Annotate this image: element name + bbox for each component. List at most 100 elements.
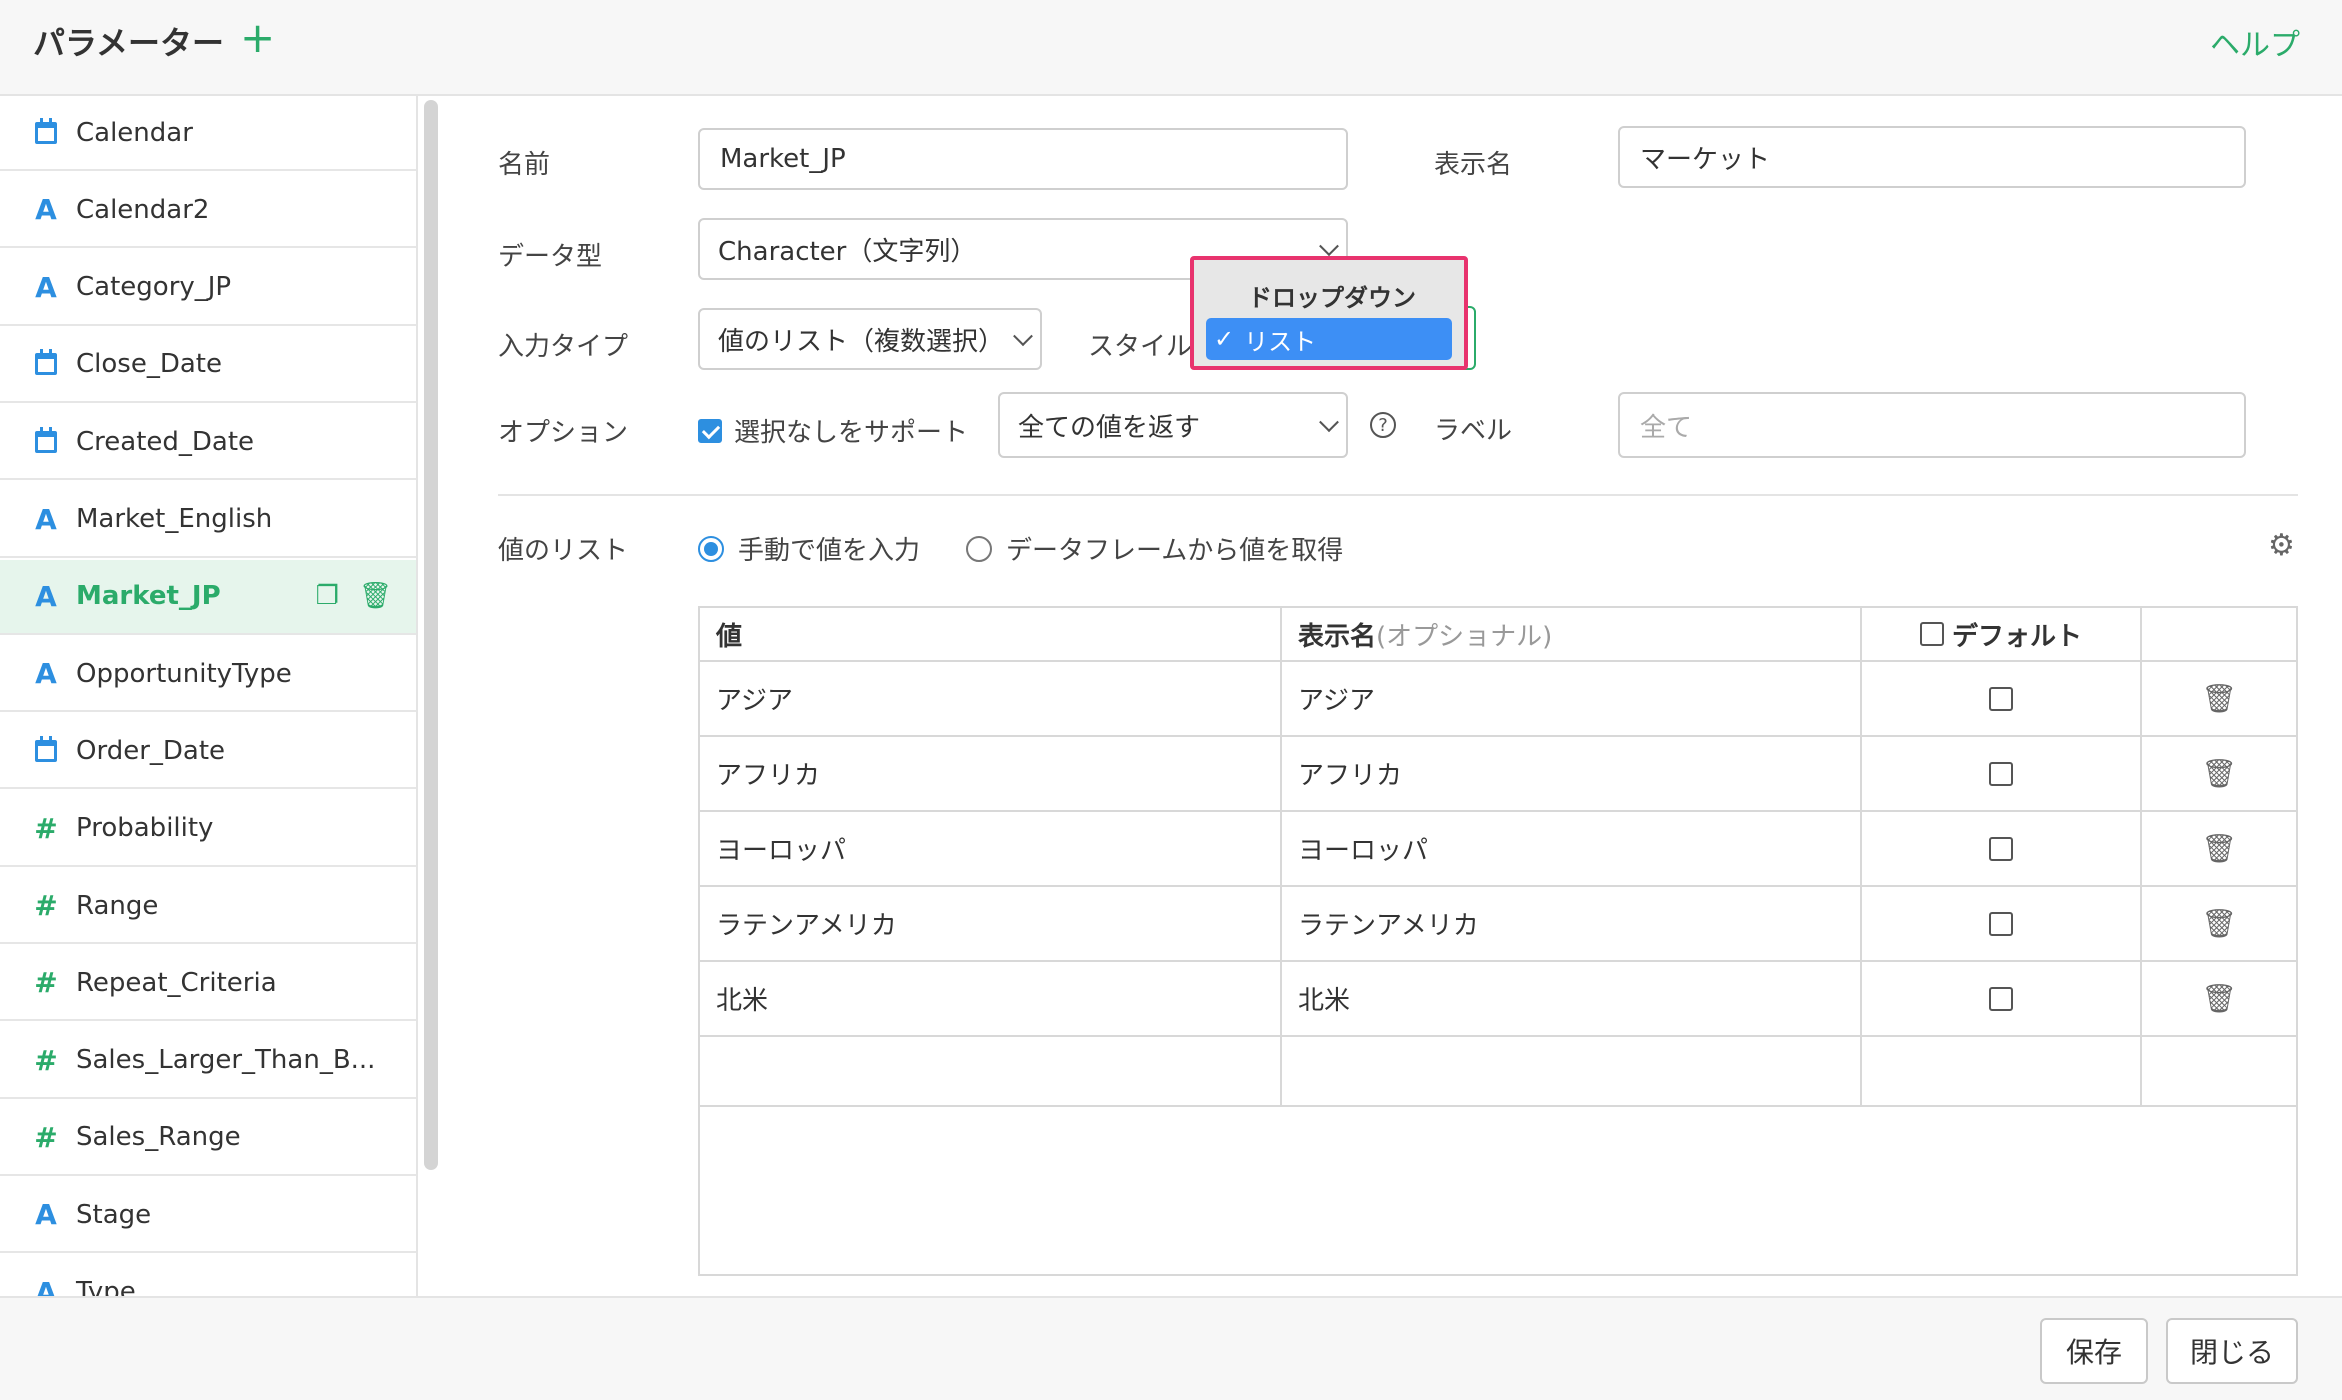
list-option-selected[interactable]: ✓ リスト (1206, 318, 1452, 360)
help-circle-icon[interactable]: ? (1370, 412, 1396, 438)
input-type-label: 入力タイプ (498, 332, 629, 362)
display-name-cell[interactable]: ヨーロッパ (1282, 812, 1862, 887)
from-dataframe-option[interactable]: データフレームから値を取得 (966, 530, 1343, 567)
sidebar-item[interactable]: # Sales_Range (0, 1101, 416, 1176)
sidebar-item[interactable]: A Category_JP (0, 251, 416, 326)
name-input[interactable]: Market_JP (698, 128, 1348, 190)
support-none-text: 選択なしをサポート (734, 418, 969, 448)
display-name-cell[interactable]: 北米 (1282, 962, 1862, 1037)
values-table: 値 表示名 (オプショナル) デフォルト アジア アジア 🗑 アフリカ アフリカ 🗑 ヨーロッ… (698, 606, 2298, 1276)
label-input[interactable]: 全て (1618, 392, 2246, 458)
trash-icon[interactable]: 🗑 (2201, 982, 2237, 1015)
sidebar-item[interactable]: # Range (0, 869, 416, 944)
sidebar-item[interactable]: Calendar (0, 96, 416, 171)
default-checkbox[interactable] (1989, 911, 2013, 936)
trash-icon[interactable]: 🗑 (359, 581, 392, 611)
sidebar-item[interactable]: Order_Date (0, 714, 416, 790)
return-value-text: 全ての値を返す (1018, 412, 1201, 443)
calendar-icon (33, 426, 59, 453)
default-all-checkbox[interactable] (1919, 622, 1944, 646)
header-default-text: デフォルト (1951, 621, 2082, 652)
number-icon: # (34, 811, 58, 845)
header: パラメーター + ヘルプ (0, 0, 2342, 96)
data-type-label: データ型 (498, 242, 603, 272)
option-label: オプション (498, 418, 629, 448)
number-icon: # (34, 1120, 58, 1154)
sidebar-item[interactable]: Created_Date (0, 405, 416, 481)
value-list-label: 値のリスト (498, 536, 629, 566)
sidebar-item[interactable]: A OpportunityType (0, 637, 416, 713)
trash-icon[interactable]: 🗑 (2201, 682, 2237, 715)
style-dropdown-menu: ドロップダウン ✓ リスト (1190, 256, 1468, 370)
actions-cell: 🗑 (2142, 887, 2296, 962)
gear-icon[interactable]: ⚙ (2268, 528, 2295, 563)
default-checkbox[interactable] (1989, 761, 2013, 786)
help-link[interactable]: ヘルプ (2210, 20, 2300, 64)
copy-icon[interactable]: ❐ (316, 581, 339, 611)
sidebar-item-label: Created_Date (76, 426, 255, 457)
value-cell[interactable]: アフリカ (700, 737, 1282, 812)
value-cell[interactable]: 北米 (700, 962, 1282, 1037)
display-name-cell[interactable]: ラテンアメリカ (1282, 887, 1862, 962)
close-button[interactable]: 閉じる (2166, 1318, 2298, 1384)
actions-cell: 🗑 (2142, 662, 2296, 737)
sidebar-item-label: Category_JP (76, 272, 232, 303)
value-cell[interactable]: ラテンアメリカ (700, 887, 1282, 962)
display-name-input[interactable]: マーケット (1618, 126, 2246, 188)
default-cell (1862, 812, 2142, 887)
header-actions (2142, 608, 2296, 662)
sidebar-item[interactable]: # Probability (0, 792, 416, 867)
sidebar-item[interactable]: A Type (0, 1256, 416, 1297)
manual-entry-option[interactable]: 手動で値を入力 (698, 530, 920, 567)
sidebar-item-label: Order_Date (76, 735, 226, 766)
value-cell[interactable]: アジア (700, 662, 1282, 737)
header-display-optional: (オプショナル) (1376, 621, 1553, 652)
sidebar-scrollbar[interactable] (424, 100, 438, 1170)
sidebar-item-label: Calendar (76, 117, 193, 148)
trash-icon[interactable]: 🗑 (2201, 757, 2237, 790)
manual-entry-text: 手動で値を入力 (738, 536, 921, 566)
name-label: 名前 (498, 150, 551, 180)
from-dataframe-radio[interactable] (966, 535, 992, 562)
text-icon: A (35, 657, 57, 691)
default-cell (1862, 1037, 2142, 1107)
label-label: ラベル (1434, 416, 1513, 446)
default-cell (1862, 962, 2142, 1037)
default-checkbox[interactable] (1989, 836, 2013, 861)
sidebar-item[interactable]: A Market_English (0, 483, 416, 558)
number-icon: # (34, 1043, 58, 1077)
save-button[interactable]: 保存 (2040, 1318, 2148, 1384)
text-icon: A (35, 1198, 57, 1232)
sidebar-item-label: Probability (76, 813, 214, 844)
sidebar-item[interactable]: Close_Date (0, 328, 416, 403)
sidebar-item[interactable]: # Sales_Larger_Than_B... (0, 1024, 416, 1099)
value-cell[interactable]: ヨーロッパ (700, 812, 1282, 887)
header-default[interactable]: デフォルト (1862, 608, 2142, 662)
default-checkbox[interactable] (1989, 686, 2013, 711)
support-none-option[interactable]: 選択なしをサポート (698, 412, 968, 449)
actions-cell: 🗑 (2142, 812, 2296, 887)
default-checkbox[interactable] (1989, 986, 2013, 1011)
trash-icon[interactable]: 🗑 (2201, 832, 2237, 865)
sidebar-item[interactable]: # Repeat_Criteria (0, 946, 416, 1022)
support-none-checkbox[interactable] (698, 418, 722, 443)
display-name-cell[interactable] (1282, 1037, 1862, 1107)
display-name-cell[interactable]: アジア (1282, 662, 1862, 737)
dropdown-option[interactable]: ドロップダウン (1248, 278, 1416, 313)
sidebar-item[interactable]: A Market_JP ❐ 🗑 (0, 559, 416, 635)
text-icon: A (35, 270, 57, 304)
number-icon: # (34, 889, 58, 922)
input-type-select[interactable]: 値のリスト（複数選択） (698, 308, 1042, 370)
display-name-cell[interactable]: アフリカ (1282, 737, 1862, 812)
sidebar-item-label: Market_JP (76, 581, 221, 612)
sidebar-item-label: Calendar2 (76, 194, 210, 225)
manual-entry-radio[interactable] (698, 535, 724, 562)
input-type-value: 値のリスト（複数選択） (718, 326, 1005, 357)
sidebar-item[interactable]: A Calendar2 (0, 173, 416, 249)
sidebar-item[interactable]: A Stage (0, 1178, 416, 1254)
trash-icon[interactable]: 🗑 (2201, 907, 2237, 940)
display-name-label: 表示名 (1434, 150, 1513, 180)
value-cell[interactable] (700, 1037, 1282, 1107)
return-value-select[interactable]: 全ての値を返す (998, 392, 1348, 458)
add-parameter-button[interactable]: + (240, 14, 275, 62)
